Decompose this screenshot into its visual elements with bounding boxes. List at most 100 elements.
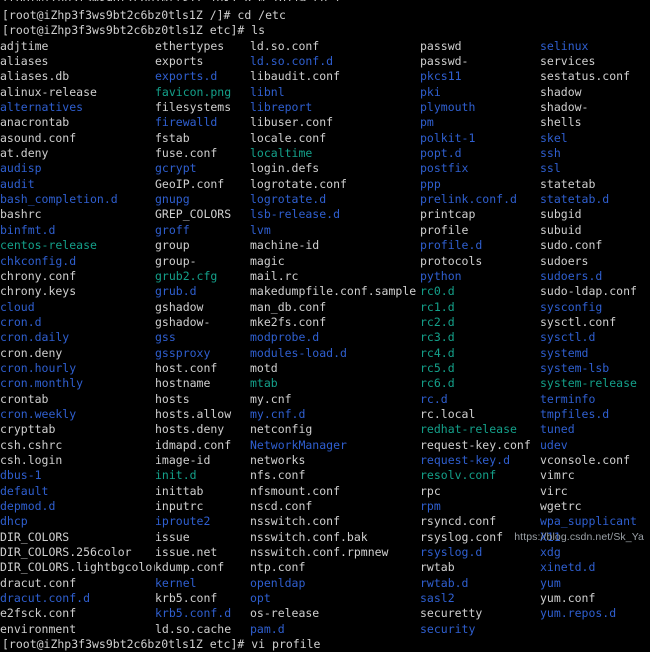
ls-entry[interactable]: ppp [420, 177, 540, 192]
ls-entry[interactable]: my.cnf [250, 392, 420, 407]
ls-entry[interactable]: filesystems [155, 100, 250, 115]
ls-entry[interactable]: mke2fs.conf [250, 315, 420, 330]
ls-entry[interactable]: group- [155, 254, 250, 269]
ls-entry[interactable]: crontab [0, 392, 155, 407]
ls-entry[interactable]: cloud [0, 300, 155, 315]
ls-entry[interactable]: chrony.conf [0, 269, 155, 284]
ls-entry[interactable]: pam.d [250, 622, 420, 637]
ls-entry[interactable]: tuned [540, 422, 648, 437]
ls-entry[interactable]: makedumpfile.conf.sample [250, 284, 420, 299]
ls-entry[interactable]: protocols [420, 254, 540, 269]
ls-entry[interactable]: inputrc [155, 499, 250, 514]
ls-entry[interactable]: grub2.cfg [155, 269, 250, 284]
ls-entry[interactable]: init.d [155, 468, 250, 483]
ls-entry[interactable]: vconsole.conf [540, 453, 648, 468]
ls-entry[interactable]: vimrc [540, 468, 648, 483]
ls-entry[interactable]: systemd [540, 346, 648, 361]
ls-entry[interactable]: system-release [540, 376, 648, 391]
ls-entry[interactable]: lsb-release.d [250, 207, 420, 222]
ls-entry[interactable]: magic [250, 254, 420, 269]
ls-entry[interactable]: sysconfig [540, 300, 648, 315]
ls-entry[interactable]: hosts.deny [155, 422, 250, 437]
ls-entry[interactable]: prelink.conf.d [420, 192, 540, 207]
ls-entry[interactable]: hostname [155, 376, 250, 391]
ls-entry[interactable]: system-lsb [540, 361, 648, 376]
ls-entry[interactable]: GeoIP.conf [155, 177, 250, 192]
ls-entry[interactable]: passwd [420, 39, 540, 54]
ls-entry[interactable]: at.deny [0, 146, 155, 161]
ls-entry[interactable]: logrotate.conf [250, 177, 420, 192]
ls-entry[interactable]: statetab.d [540, 192, 648, 207]
ls-entry[interactable]: wpa_supplicant [540, 514, 648, 529]
ls-entry[interactable]: kernel [155, 576, 250, 591]
ls-entry[interactable] [540, 622, 648, 637]
ls-entry[interactable]: rc5.d [420, 361, 540, 376]
ls-entry[interactable]: nfs.conf [250, 468, 420, 483]
ls-entry[interactable]: nsswitch.conf [250, 514, 420, 529]
ls-entry[interactable]: alinux-release [0, 85, 155, 100]
ls-entry[interactable]: gss [155, 330, 250, 345]
ls-entry[interactable]: netconfig [250, 422, 420, 437]
ls-entry[interactable]: shells [540, 115, 648, 130]
ls-entry[interactable]: sasl2 [420, 591, 540, 606]
ls-entry[interactable]: pkcs11 [420, 69, 540, 84]
ls-entry[interactable]: popt.d [420, 146, 540, 161]
ls-entry[interactable]: issue [155, 530, 250, 545]
ls-entry[interactable]: libaudit.conf [250, 69, 420, 84]
ls-entry[interactable]: terminfo [540, 392, 648, 407]
ls-entry[interactable]: rpc [420, 484, 540, 499]
ls-entry[interactable]: rsyslog.d [420, 545, 540, 560]
ls-entry[interactable]: firewalld [155, 115, 250, 130]
ls-entry[interactable]: printcap [420, 207, 540, 222]
ls-entry[interactable]: resolv.conf [420, 468, 540, 483]
ls-entry[interactable]: plymouth [420, 100, 540, 115]
ls-entry[interactable]: iproute2 [155, 514, 250, 529]
ls-entry[interactable]: modules-load.d [250, 346, 420, 361]
ls-entry[interactable]: rc.local [420, 407, 540, 422]
ls-entry[interactable]: rwtab.d [420, 576, 540, 591]
ls-entry[interactable]: nfsmount.conf [250, 484, 420, 499]
ls-entry[interactable]: rwtab [420, 560, 540, 575]
ls-entry[interactable]: statetab [540, 177, 648, 192]
ls-entry[interactable]: lvm [250, 223, 420, 238]
ls-entry[interactable]: nscd.conf [250, 499, 420, 514]
ls-entry[interactable]: rsyncd.conf [420, 514, 540, 529]
ls-entry[interactable]: shadow- [540, 100, 648, 115]
ls-entry[interactable]: yum [540, 576, 648, 591]
ls-entry[interactable]: dracut.conf [0, 576, 155, 591]
ls-entry[interactable]: cron.monthly [0, 376, 155, 391]
ls-entry[interactable]: yum.repos.d [540, 606, 648, 621]
ls-entry[interactable]: libuser.conf [250, 115, 420, 130]
ls-entry[interactable]: cron.d [0, 315, 155, 330]
ls-entry[interactable]: alternatives [0, 100, 155, 115]
ls-entry[interactable]: rc.d [420, 392, 540, 407]
ls-entry[interactable]: dbus-1 [0, 468, 155, 483]
ls-entry[interactable]: ssl [540, 161, 648, 176]
ls-entry[interactable]: e2fsck.conf [0, 606, 155, 621]
ls-entry[interactable]: selinux [540, 39, 648, 54]
ls-entry[interactable]: sudo-ldap.conf [540, 284, 648, 299]
ls-entry[interactable]: grub.d [155, 284, 250, 299]
ls-entry[interactable]: subgid [540, 207, 648, 222]
ls-entry[interactable]: depmod.d [0, 499, 155, 514]
ls-entry[interactable]: cron.deny [0, 346, 155, 361]
ls-entry[interactable]: man_db.conf [250, 300, 420, 315]
ls-entry[interactable]: krb5.conf [155, 591, 250, 606]
ls-entry[interactable]: postfix [420, 161, 540, 176]
ls-entry[interactable]: modprobe.d [250, 330, 420, 345]
ls-entry[interactable]: gnupg [155, 192, 250, 207]
ls-entry[interactable]: dhcp [0, 514, 155, 529]
ls-entry[interactable]: python [420, 269, 540, 284]
ls-entry[interactable]: GREP_COLORS [155, 207, 250, 222]
ls-entry[interactable]: passwd- [420, 54, 540, 69]
ls-entry[interactable]: rc0.d [420, 284, 540, 299]
ls-entry[interactable]: motd [250, 361, 420, 376]
ls-entry[interactable]: sudoers [540, 254, 648, 269]
ls-entry[interactable]: chrony.keys [0, 284, 155, 299]
ls-entry[interactable]: polkit-1 [420, 131, 540, 146]
ls-entry[interactable]: sysctl.conf [540, 315, 648, 330]
ls-entry[interactable]: ntp.conf [250, 560, 420, 575]
ls-entry[interactable]: idmapd.conf [155, 438, 250, 453]
ls-entry[interactable]: sestatus.conf [540, 69, 648, 84]
ls-entry[interactable]: virc [540, 484, 648, 499]
